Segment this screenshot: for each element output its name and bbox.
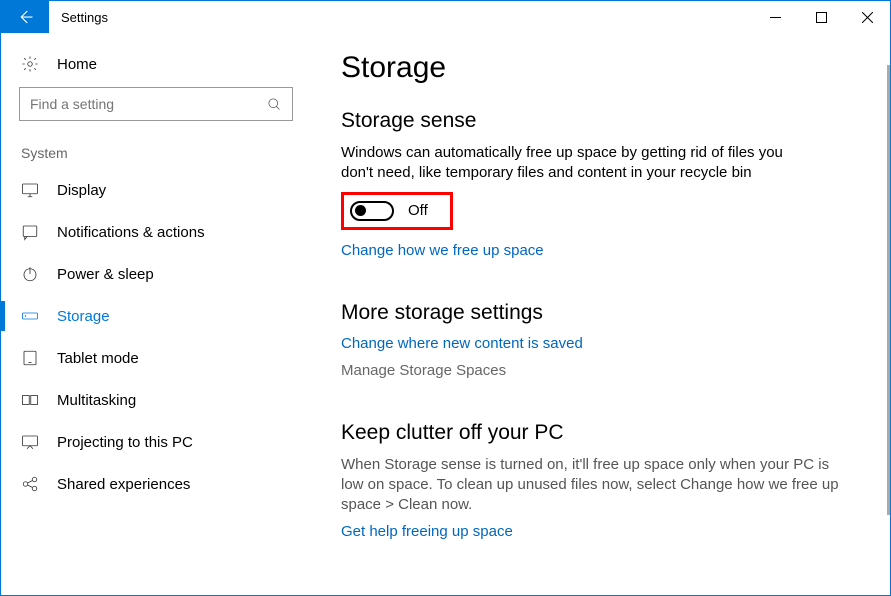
projecting-icon: [21, 433, 39, 451]
tablet-icon: [21, 349, 39, 367]
sidebar-item-label: Power & sleep: [57, 266, 154, 283]
sidebar-item-label: Notifications & actions: [57, 224, 205, 241]
sidebar-item-multitasking[interactable]: Multitasking: [1, 379, 311, 421]
back-button[interactable]: [1, 1, 49, 33]
change-free-up-link[interactable]: Change how we free up space: [341, 242, 860, 259]
toggle-knob: [355, 205, 366, 216]
window-title: Settings: [49, 1, 752, 33]
sidebar-item-shared[interactable]: Shared experiences: [1, 463, 311, 505]
sidebar-item-tablet[interactable]: Tablet mode: [1, 337, 311, 379]
content-area: Home System Display Notifications & acti…: [1, 33, 890, 595]
gear-icon: [21, 55, 39, 73]
clutter-heading: Keep clutter off your PC: [341, 421, 860, 445]
storage-sense-toggle-highlight: Off: [341, 192, 453, 230]
minimize-icon: [770, 12, 781, 23]
toggle-state-label: Off: [408, 202, 428, 219]
get-help-link[interactable]: Get help freeing up space: [341, 523, 860, 540]
sidebar-item-label: Storage: [57, 308, 110, 325]
sidebar-item-notifications[interactable]: Notifications & actions: [1, 211, 311, 253]
sidebar-item-label: Shared experiences: [57, 476, 190, 493]
display-icon: [21, 181, 39, 199]
main-panel: Storage Storage sense Windows can automa…: [311, 33, 890, 595]
close-icon: [862, 12, 873, 23]
window-controls: [752, 1, 890, 33]
sidebar-item-label: Display: [57, 182, 106, 199]
power-icon: [21, 265, 39, 283]
notifications-icon: [21, 223, 39, 241]
home-label: Home: [57, 56, 97, 73]
scrollbar-thumb[interactable]: [887, 65, 890, 515]
sidebar: Home System Display Notifications & acti…: [1, 33, 311, 595]
search-input-container[interactable]: [19, 87, 293, 121]
page-title: Storage: [341, 51, 860, 85]
titlebar: Settings: [1, 1, 890, 33]
change-content-saved-link[interactable]: Change where new content is saved: [341, 335, 860, 352]
storage-sense-toggle[interactable]: [350, 201, 394, 221]
maximize-icon: [816, 12, 827, 23]
sidebar-item-label: Tablet mode: [57, 350, 139, 367]
shared-icon: [21, 475, 39, 493]
storage-icon: [21, 307, 39, 325]
multitasking-icon: [21, 391, 39, 409]
search-icon: [267, 97, 282, 112]
arrow-left-icon: [16, 8, 34, 26]
home-button[interactable]: Home: [1, 47, 311, 87]
clutter-description: When Storage sense is turned on, it'll f…: [341, 455, 851, 516]
sidebar-group-label: System: [1, 137, 311, 169]
sidebar-item-projecting[interactable]: Projecting to this PC: [1, 421, 311, 463]
sidebar-item-power[interactable]: Power & sleep: [1, 253, 311, 295]
sidebar-item-storage[interactable]: Storage: [1, 295, 311, 337]
sidebar-item-label: Projecting to this PC: [57, 434, 193, 451]
sidebar-item-display[interactable]: Display: [1, 169, 311, 211]
more-settings-heading: More storage settings: [341, 301, 860, 325]
minimize-button[interactable]: [752, 1, 798, 33]
storage-sense-description: Windows can automatically free up space …: [341, 143, 811, 184]
manage-storage-spaces-link[interactable]: Manage Storage Spaces: [341, 362, 860, 379]
storage-sense-heading: Storage sense: [341, 109, 860, 133]
maximize-button[interactable]: [798, 1, 844, 33]
search-input[interactable]: [30, 96, 267, 112]
close-button[interactable]: [844, 1, 890, 33]
scrollbar[interactable]: [886, 33, 890, 595]
sidebar-item-label: Multitasking: [57, 392, 136, 409]
